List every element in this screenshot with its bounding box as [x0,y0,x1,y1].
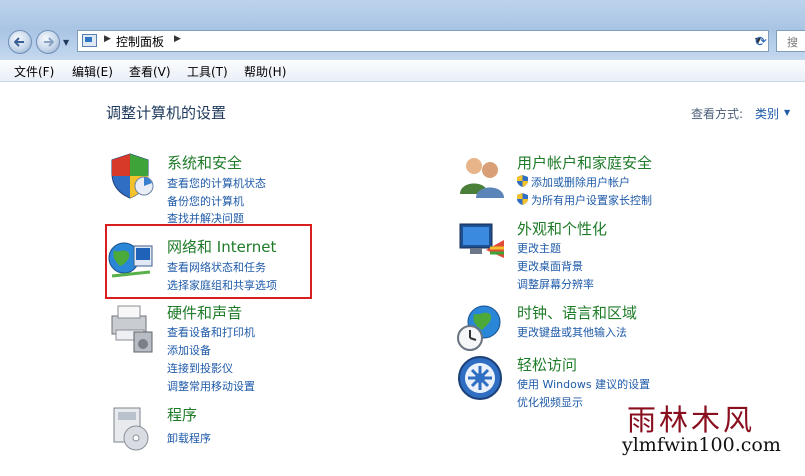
link-parental-controls[interactable]: 为所有用户设置家长控制 [531,192,652,208]
forward-arrow-icon [44,37,54,47]
category-title-programs[interactable]: 程序 [167,404,197,425]
category-title-system[interactable]: 系统和安全 [167,152,242,173]
clock-globe-icon[interactable] [456,302,508,354]
menu-file[interactable]: 文件(F) [14,63,54,80]
category-title-hardware[interactable]: 硬件和声音 [167,302,242,323]
breadcrumb-arrow-icon[interactable]: ▶ [174,34,181,44]
watermark-url: ylmfwin100.com [622,434,781,456]
control-panel-icon [82,34,97,47]
users-icon[interactable] [456,152,506,200]
view-by-select[interactable]: 类别 [755,105,779,122]
link-add-remove-accounts[interactable]: 添加或删除用户帐户 [531,174,630,190]
view-by-label: 查看方式: [691,107,744,121]
forward-button[interactable] [36,30,60,54]
uac-shield-icon [517,193,528,205]
link-change-theme[interactable]: 更改主题 [517,240,561,256]
programs-icon[interactable] [106,404,156,454]
link-backup-computer[interactable]: 备份您的计算机 [167,193,244,209]
main-content: 调整计算机的设置 查看方式: 类别 ▼ 系统和安全 查看您的计算机状态 备份您的… [0,82,805,476]
back-button[interactable] [8,30,32,54]
category-title-ease[interactable]: 轻松访问 [517,354,577,375]
link-screen-resolution[interactable]: 调整屏幕分辨率 [517,276,594,292]
link-view-computer-status[interactable]: 查看您的计算机状态 [167,175,266,191]
menu-bar: 文件(F) 编辑(E) 查看(V) 工具(T) 帮助(H) [0,60,805,82]
link-mobility-settings[interactable]: 调整常用移动设置 [167,378,255,394]
breadcrumb-arrow-icon[interactable]: ▶ [104,34,111,44]
uac-shield-icon [517,175,528,187]
link-desktop-background[interactable]: 更改桌面背景 [517,258,583,274]
link-add-device[interactable]: 添加设备 [167,342,211,358]
back-arrow-icon [14,37,24,47]
history-dropdown-icon[interactable]: ▼ [63,38,69,47]
category-title-users[interactable]: 用户帐户和家庭安全 [517,152,652,173]
menu-help[interactable]: 帮助(H) [244,63,286,80]
refresh-icon[interactable]: ⟳ [751,32,771,52]
menu-edit[interactable]: 编辑(E) [72,63,113,80]
menu-view[interactable]: 查看(V) [129,63,171,80]
search-input[interactable]: 搜 [776,30,805,52]
link-connect-projector[interactable]: 连接到投影仪 [167,360,233,376]
link-uninstall-program[interactable]: 卸载程序 [167,430,211,446]
title-bar: ▼ ▶ 控制面板 ▶ ▼ ⟳ 搜 [0,0,805,60]
appearance-icon[interactable] [456,218,506,264]
link-optimize-display[interactable]: 优化视频显示 [517,394,583,410]
breadcrumb-control-panel[interactable]: 控制面板 [116,33,164,50]
link-change-keyboard[interactable]: 更改键盘或其他输入法 [517,324,627,340]
category-title-appearance[interactable]: 外观和个性化 [517,218,607,239]
link-devices-printers[interactable]: 查看设备和打印机 [167,324,255,340]
address-bar[interactable]: ▶ 控制面板 ▶ ▼ [77,30,769,52]
highlight-box [105,224,312,299]
link-windows-recommended[interactable]: 使用 Windows 建议的设置 [517,376,650,392]
watermark-title: 雨林木风 [627,403,756,437]
view-by-dropdown-icon[interactable]: ▼ [784,108,790,117]
printer-icon[interactable] [106,302,158,356]
ease-of-access-icon[interactable] [456,354,504,402]
category-title-clock[interactable]: 时钟、语言和区域 [517,302,637,323]
page-title: 调整计算机的设置 [106,104,227,122]
shield-icon[interactable] [106,152,154,200]
menu-tools[interactable]: 工具(T) [187,63,228,80]
